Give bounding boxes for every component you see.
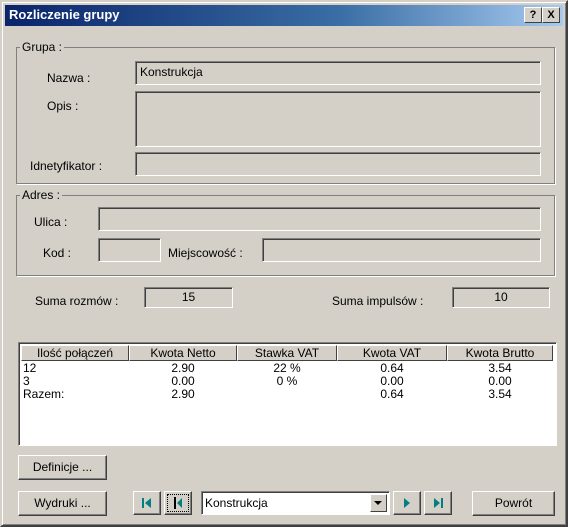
opis-label: Opis : bbox=[47, 99, 79, 113]
window-title: Rozliczenie grupy bbox=[9, 7, 120, 22]
adres-legend: Adres : bbox=[20, 188, 63, 202]
next-record-button[interactable] bbox=[393, 491, 421, 515]
opis-field[interactable] bbox=[135, 91, 541, 147]
dropdown-button[interactable] bbox=[370, 494, 387, 512]
identyfikator-field[interactable] bbox=[135, 152, 541, 176]
help-button[interactable]: ? bbox=[524, 7, 542, 23]
previous-record-icon bbox=[174, 497, 182, 509]
table-cell: 3.54 bbox=[488, 387, 512, 401]
wydruki-button[interactable]: Wydruki ... bbox=[18, 491, 107, 516]
record-select[interactable]: Konstrukcja bbox=[201, 491, 390, 515]
dialog-window: Rozliczenie grupy ? X Grupa : Nazwa : Ko… bbox=[0, 0, 568, 527]
identyfikator-label: Idnetyfikator : bbox=[30, 159, 103, 173]
column-header-ilosc[interactable]: Ilość połączeń bbox=[21, 345, 129, 361]
table-cell bbox=[237, 388, 337, 401]
ulica-label: Ulica : bbox=[34, 215, 68, 229]
kod-field[interactable] bbox=[98, 238, 161, 262]
first-record-button[interactable] bbox=[133, 491, 161, 515]
miejscowosc-field[interactable] bbox=[262, 238, 541, 262]
chevron-down-icon bbox=[374, 501, 382, 505]
definicje-button[interactable]: Definicje ... bbox=[18, 455, 107, 480]
nazwa-label: Nazwa : bbox=[47, 71, 91, 85]
miejscowosc-label: Miejscowość : bbox=[168, 246, 243, 260]
record-select-value: Konstrukcja bbox=[205, 496, 268, 510]
table-cell: Razem: bbox=[23, 387, 65, 401]
powrot-button[interactable]: Powrót bbox=[472, 491, 555, 516]
table-row[interactable]: Razem: 2.90 0.64 3.54 bbox=[21, 388, 553, 401]
billing-table[interactable]: Ilość połączeń Kwota Netto Stawka VAT Kw… bbox=[18, 342, 557, 446]
suma-impulsow-field: 10 bbox=[452, 287, 550, 308]
suma-rozmow-label: Suma rozmów : bbox=[35, 294, 119, 308]
column-header-stawka-vat[interactable]: Stawka VAT bbox=[237, 345, 337, 361]
next-record-icon bbox=[404, 498, 410, 508]
last-record-icon bbox=[434, 498, 443, 508]
table-cell: 0 % bbox=[276, 374, 298, 388]
previous-record-button[interactable] bbox=[164, 491, 192, 515]
nazwa-field[interactable]: Konstrukcja bbox=[135, 61, 541, 85]
first-record-icon bbox=[142, 498, 151, 508]
kod-label: Kod : bbox=[43, 246, 72, 260]
table-cell: 0.64 bbox=[380, 387, 404, 401]
ulica-field[interactable] bbox=[98, 207, 541, 231]
suma-rozmow-field: 15 bbox=[144, 287, 233, 308]
column-header-kwota-brutto[interactable]: Kwota Brutto bbox=[447, 345, 553, 361]
grupa-legend: Grupa : bbox=[20, 40, 65, 54]
column-header-kwota-vat[interactable]: Kwota VAT bbox=[337, 345, 447, 361]
table-row[interactable]: 3 0.00 0 % 0.00 0.00 bbox=[21, 375, 553, 388]
title-bar[interactable]: Rozliczenie grupy ? X bbox=[5, 5, 563, 26]
column-header-kwota-netto[interactable]: Kwota Netto bbox=[129, 345, 237, 361]
table-cell: 2.90 bbox=[171, 387, 195, 401]
close-button[interactable]: X bbox=[542, 7, 560, 23]
table-cell: 12 bbox=[23, 361, 37, 375]
suma-impulsow-label: Suma impulsów : bbox=[332, 294, 424, 308]
table-header: Ilość połączeń Kwota Netto Stawka VAT Kw… bbox=[21, 345, 553, 361]
last-record-button[interactable] bbox=[424, 491, 452, 515]
